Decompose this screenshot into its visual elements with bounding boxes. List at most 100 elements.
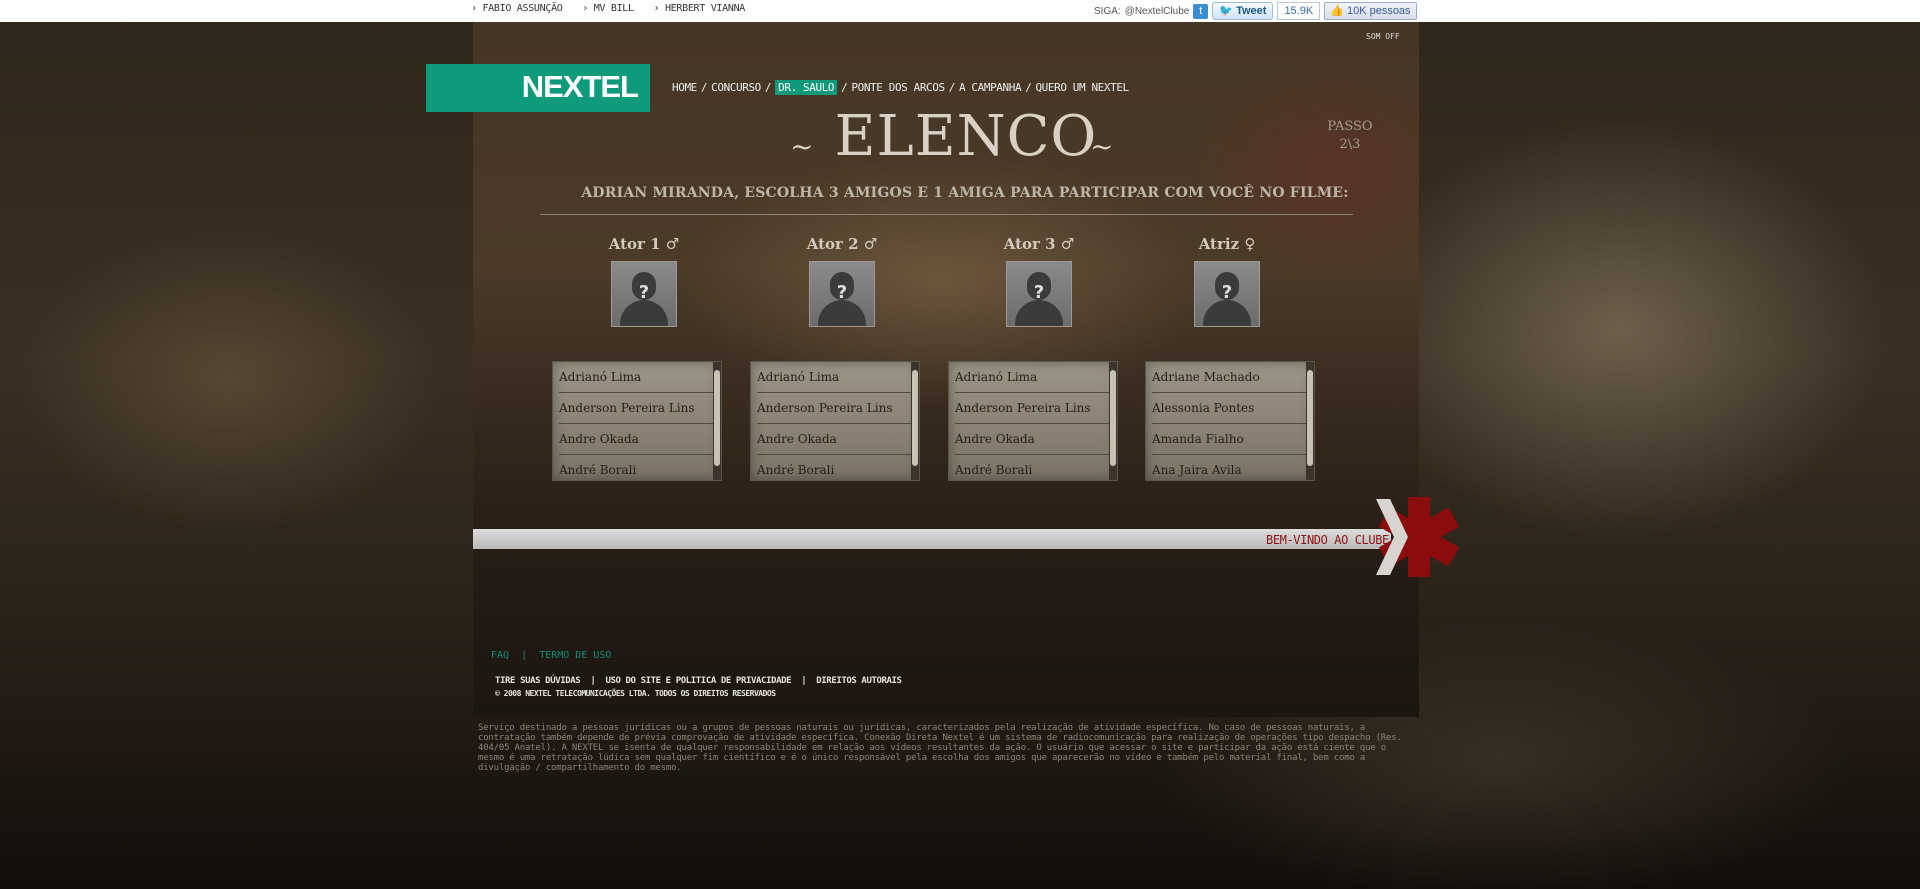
top-link-herbert[interactable]: › HERBERT VIANNA xyxy=(654,3,746,14)
scrollbar[interactable] xyxy=(1306,362,1314,480)
question-mark-icon: ? xyxy=(1033,282,1045,303)
slot-label: Ator 3 ♂ xyxy=(1003,235,1075,253)
list-item[interactable]: Adrianó Lima xyxy=(955,362,1109,393)
footer-top-links: FAQ | TERMO DE USO xyxy=(491,650,611,661)
step-indicator: PASSO 2\3 xyxy=(1320,118,1380,154)
list-item[interactable]: Anderson Pereira Lins xyxy=(559,393,713,424)
scrollbar-thumb[interactable] xyxy=(1110,370,1116,466)
tweet-button-label: Tweet xyxy=(1236,5,1267,17)
list-item[interactable]: André Borali xyxy=(955,455,1109,480)
nav-a-campanha[interactable]: A CAMPANHA xyxy=(959,81,1022,94)
top-link-fabio[interactable]: › FABIO ASSUNÇÃO xyxy=(471,3,563,14)
duvidas-link[interactable]: TIRE SUAS DÚVIDAS xyxy=(495,676,581,686)
twitter-icon[interactable]: t xyxy=(1193,3,1209,19)
cast-slot-atriz: Atriz ♀ ? xyxy=(1142,235,1312,327)
facebook-like-button[interactable]: 👍 10K pessoas xyxy=(1324,2,1417,20)
list-item[interactable]: Ana Jaira Avila xyxy=(1152,455,1306,480)
scrollbar-thumb[interactable] xyxy=(1307,370,1313,466)
list-item[interactable]: Adrianó Lima xyxy=(559,362,713,393)
question-mark-icon: ? xyxy=(638,282,650,303)
politica-link[interactable]: USO DO SITE E POLITICA DE PRIVACIDADE xyxy=(605,676,791,686)
scrollbar[interactable] xyxy=(1109,362,1117,480)
nav-separator: / xyxy=(948,81,956,94)
like-count: 10K pessoas xyxy=(1346,5,1411,17)
top-link-mv-bill[interactable]: › MV BILL xyxy=(582,3,634,14)
nav-concurso[interactable]: CONCURSO xyxy=(711,81,761,94)
instruction-text: ADRIAN MIRANDA, ESCOLHA 3 AMIGOS E 1 AMI… xyxy=(581,185,1349,201)
scrollbar-thumb[interactable] xyxy=(912,370,918,466)
avatar-placeholder[interactable]: ? xyxy=(809,261,875,327)
twitter-handle-link[interactable]: @NextelClube xyxy=(1125,6,1190,17)
footer-separator: | xyxy=(796,676,812,686)
silhouette-body xyxy=(1015,300,1063,326)
step-label: PASSO xyxy=(1327,119,1373,134)
top-links: › FABIO ASSUNÇÃO › MV BILL › HERBERT VIA… xyxy=(471,3,759,14)
list-item[interactable]: Andre Okada xyxy=(955,424,1109,455)
nav-separator: / xyxy=(700,81,708,94)
tweet-count: 15.9K xyxy=(1277,2,1321,20)
friend-list-atriz[interactable]: Adriane Machado Alessonia Pontes Amanda … xyxy=(1145,361,1315,481)
question-mark-icon: ? xyxy=(836,282,848,303)
cast-slot-ator-1: Ator 1 ♂ ? xyxy=(559,235,729,327)
friend-list-ator-1[interactable]: Adrianó Lima Anderson Pereira Lins Andre… xyxy=(552,361,722,481)
silhouette-body xyxy=(1203,300,1251,326)
club-asterisk-icon[interactable] xyxy=(1366,487,1462,587)
list-item[interactable]: Andre Okada xyxy=(757,424,911,455)
list-item[interactable]: Alessonia Pontes xyxy=(1152,393,1306,424)
list-item[interactable]: Amanda Fialho xyxy=(1152,424,1306,455)
slot-label: Ator 2 ♂ xyxy=(806,235,878,253)
scrollbar[interactable] xyxy=(911,362,919,480)
question-mark-icon: ? xyxy=(1221,282,1233,303)
cast-slot-ator-3: Ator 3 ♂ ? xyxy=(954,235,1124,327)
avatar-placeholder[interactable]: ? xyxy=(611,261,677,327)
nav-ponte-dos-arcos[interactable]: PONTE DOS ARCOS xyxy=(851,81,945,94)
logo-text: NEXTEL xyxy=(521,69,639,104)
friend-list-ator-3[interactable]: Adrianó Lima Anderson Pereira Lins Andre… xyxy=(948,361,1118,481)
termo-de-uso-link[interactable]: TERMO DE USO xyxy=(539,650,611,661)
direitos-link[interactable]: DIREITOS AUTORAIS xyxy=(816,676,902,686)
avatar-placeholder[interactable]: ? xyxy=(1006,261,1072,327)
list-item[interactable]: André Borali xyxy=(559,455,713,480)
social-bar: SIGA: @NextelClube t 🐦 Tweet 15.9K 👍 10K… xyxy=(1094,2,1417,20)
nav-dr-saulo[interactable]: DR. SAULO xyxy=(775,80,838,95)
club-arrow-shape xyxy=(1376,499,1408,575)
slot-label: Atriz ♀ xyxy=(1198,235,1256,253)
list-item[interactable]: Anderson Pereira Lins xyxy=(955,393,1109,424)
footer-links: TIRE SUAS DÚVIDAS | USO DO SITE E POLITI… xyxy=(495,676,902,686)
nav-home[interactable]: HOME xyxy=(672,81,697,94)
siga-label: SIGA: xyxy=(1094,5,1121,17)
title-swash-right: ~ xyxy=(1090,130,1114,163)
list-item[interactable]: Andre Okada xyxy=(559,424,713,455)
friend-list-ator-2[interactable]: Adrianó Lima Anderson Pereira Lins Andre… xyxy=(750,361,920,481)
silhouette-body xyxy=(818,300,866,326)
footer-separator: | xyxy=(515,650,534,661)
welcome-bar xyxy=(473,529,1391,549)
divider xyxy=(540,214,1353,215)
tweet-button[interactable]: 🐦 Tweet xyxy=(1212,2,1274,20)
copyright: © 2008 NEXTEL TELECOMUNICAÇÕES LTDA. TOD… xyxy=(495,689,776,698)
nav-separator: / xyxy=(1025,81,1032,94)
list-item[interactable]: Adrianó Lima xyxy=(757,362,911,393)
main-nav: HOME / CONCURSO / DR. SAULO / PONTE DOS ARCOS /… xyxy=(672,80,1129,95)
slot-label: Ator 1 ♂ xyxy=(608,235,680,253)
cast-slot-ator-2: Ator 2 ♂ ? xyxy=(757,235,927,327)
silhouette-body xyxy=(620,300,668,326)
scrollbar[interactable] xyxy=(713,362,721,480)
avatar-placeholder[interactable]: ? xyxy=(1194,261,1260,327)
step-value: 2\3 xyxy=(1339,137,1361,152)
list-item[interactable]: André Borali xyxy=(757,455,911,480)
nav-separator: / xyxy=(764,81,772,94)
sound-off-toggle[interactable]: SOM OFF xyxy=(1366,32,1400,41)
nextel-logo[interactable]: NEXTEL xyxy=(426,64,650,112)
footer-separator: | xyxy=(585,676,601,686)
list-item[interactable]: Adriane Machado xyxy=(1152,362,1306,393)
top-bar xyxy=(0,0,1920,22)
faq-link[interactable]: FAQ xyxy=(491,650,509,661)
nav-separator: / xyxy=(841,81,848,94)
thumbs-up-icon: 👍 xyxy=(1330,5,1344,17)
page-title: ELENCO xyxy=(834,104,1098,169)
list-item[interactable]: Anderson Pereira Lins xyxy=(757,393,911,424)
nav-quero-um-nextel[interactable]: QUERO UM NEXTEL xyxy=(1035,81,1129,94)
scrollbar-thumb[interactable] xyxy=(714,370,720,466)
legal-disclaimer: Serviço destinado a pessoas jurídicas ou… xyxy=(478,723,1402,773)
